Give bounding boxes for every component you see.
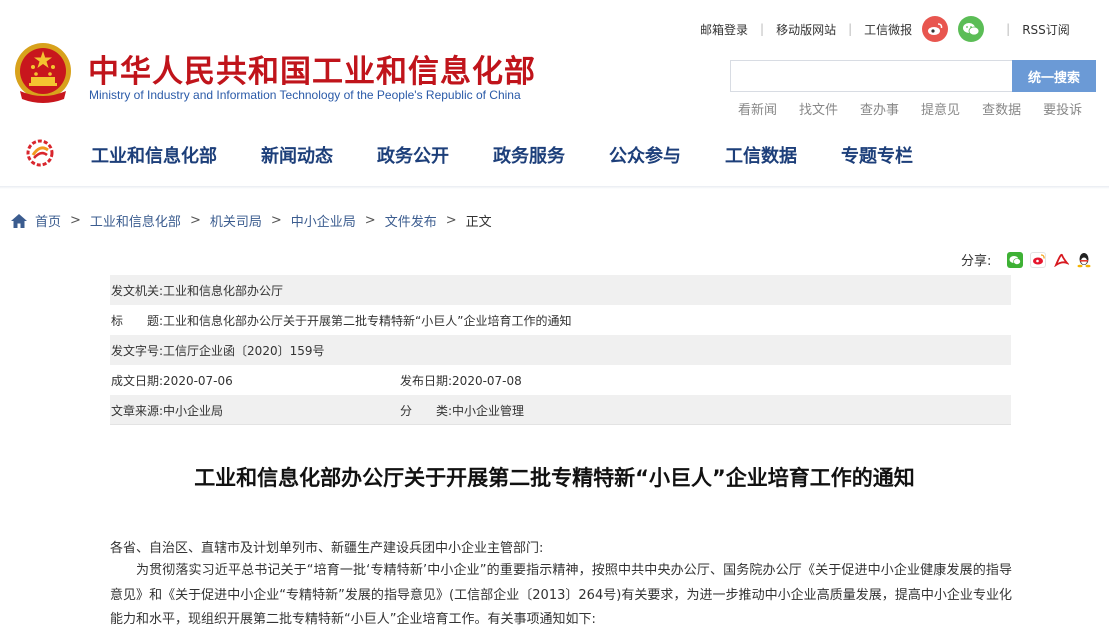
breadcrumb-home[interactable]: 首页 [35,211,61,230]
nav-items: 工业和信息化部 新闻动态 政务公开 政务服务 公众参与 工信数据 专题专栏 [91,142,957,168]
rss-link[interactable]: RSS订阅 [1022,21,1070,38]
meta-doc-number: 发文字号:工信厅企业函〔2020〕159号 [111,342,325,359]
share-wechat-icon[interactable] [1007,251,1024,268]
quicklink-services[interactable]: 查办事 [860,99,899,118]
meta-issuer-label: 发文机关: [111,283,164,298]
document-meta-table: 发文机关:工业和信息化部办公厅 标 题:工业和信息化部办公厅关于开展第二批专精特… [110,275,1011,425]
meta-row-title: 标 题:工业和信息化部办公厅关于开展第二批专精特新“小巨人”企业培育工作的通知 [110,305,1011,335]
breadcrumb-separator: > [70,213,81,228]
separator: | [760,22,765,36]
meta-created-value: 2020-07-06 [163,373,233,388]
meta-issuer-value: 工业和信息化部办公厅 [163,283,284,298]
nav-item-government-services[interactable]: 政务服务 [493,142,565,168]
meta-category-label: 分 类: [400,403,453,418]
share-pdf-icon[interactable] [1053,251,1070,268]
nav-item-data[interactable]: 工信数据 [725,142,797,168]
breadcrumb-separator: > [270,213,282,228]
share-label: 分享: [961,254,992,269]
breadcrumb-current: 正文 [465,215,492,230]
meta-title: 标 题:工业和信息化部办公厅关于开展第二批专精特新“小巨人”企业培育工作的通知 [111,312,571,329]
quick-links: 看新闻 找文件 查办事 提意见 查数据 要投诉 [738,99,1082,118]
quicklink-complaint[interactable]: 要投诉 [1043,99,1082,118]
article-salutation: 各省、自治区、直辖市及计划单列市、新疆生产建设兵团中小企业主管部门: [110,541,544,556]
breadcrumb-separator: > [445,213,457,228]
separator: | [1006,22,1011,36]
mobile-site-link[interactable]: 移动版网站 [776,21,836,38]
meta-row-source: 文章来源:中小企业局 分 类:中小企业管理 [110,395,1011,425]
meta-row-doc-number: 发文字号:工信厅企业函〔2020〕159号 [110,335,1011,365]
quicklink-news[interactable]: 看新闻 [738,99,777,118]
quicklink-feedback[interactable]: 提意见 [921,99,960,118]
main-nav: 工业和信息化部 新闻动态 政务公开 政务服务 公众参与 工信数据 专题专栏 [0,134,1109,174]
weibo-icon[interactable] [922,16,949,42]
site-title[interactable]: 中华人民共和国工业和信息化部 [88,46,536,91]
breadcrumb-departments[interactable]: 机关司局 [210,211,262,230]
meta-divider [110,424,1011,425]
site-subtitle: Ministry of Industry and Information Tec… [89,88,521,102]
meta-doc-number-label: 发文字号: [111,343,164,358]
meta-source: 文章来源:中小企业局 [111,402,400,419]
nav-item-public-participation[interactable]: 公众参与 [609,142,681,168]
meta-created-date: 成文日期:2020-07-06 [111,372,400,389]
meta-published-label: 发布日期: [400,373,453,388]
home-icon[interactable] [11,213,27,228]
search-input[interactable] [730,60,1013,92]
meta-source-value: 中小企业局 [163,403,224,418]
share-bar: 分享: [961,250,1099,269]
breadcrumb-documents[interactable]: 文件发布 [385,211,437,230]
unified-search-button[interactable]: 统一搜索 [1012,60,1096,92]
meta-title-label: 标 题: [111,313,164,328]
meta-row-issuer: 发文机关:工业和信息化部办公厅 [110,275,1011,305]
share-qq-icon[interactable] [1076,251,1093,268]
meta-published-value: 2020-07-08 [452,373,522,388]
meta-created-label: 成文日期: [111,373,164,388]
national-emblem-icon[interactable] [12,41,74,105]
meta-source-label: 文章来源: [111,403,164,418]
breadcrumb-separator: > [364,213,376,228]
breadcrumb-ministry[interactable]: 工业和信息化部 [90,211,181,230]
ministry-logo-icon[interactable] [25,138,55,168]
top-links: 邮箱登录 | 移动版网站 | 工信微报 | RSS订阅 [700,14,1070,44]
article-paragraph: 为贯彻落实习近平总书记关于“培育一批‘专精特新’中小企业”的重要指示精神，按照中… [110,563,1012,627]
share-weibo-icon[interactable] [1030,251,1047,268]
nav-item-special-topics[interactable]: 专题专栏 [841,142,913,168]
nav-item-government-affairs[interactable]: 政务公开 [377,142,449,168]
breadcrumb-separator: > [189,213,201,228]
meta-published-date: 发布日期:2020-07-08 [400,372,689,389]
site-header: 中华人民共和国工业和信息化部 Ministry of Industry and … [0,0,1109,188]
header-divider [0,186,1109,189]
nav-item-ministry[interactable]: 工业和信息化部 [91,142,217,168]
meta-title-value: 工业和信息化部办公厅关于开展第二批专精特新“小巨人”企业培育工作的通知 [163,313,572,328]
breadcrumb-sme-bureau[interactable]: 中小企业局 [291,211,356,230]
meta-category-value: 中小企业管理 [452,403,525,418]
quicklink-documents[interactable]: 找文件 [799,99,838,118]
nav-item-news[interactable]: 新闻动态 [261,142,333,168]
weibo-news-link[interactable]: 工信微报 [864,21,912,38]
quicklink-data[interactable]: 查数据 [982,99,1021,118]
mail-login-link[interactable]: 邮箱登录 [700,21,748,38]
wechat-icon[interactable] [958,16,985,42]
meta-issuer: 发文机关:工业和信息化部办公厅 [111,282,283,299]
separator: | [848,22,853,36]
meta-row-dates: 成文日期:2020-07-06 发布日期:2020-07-08 [110,365,1011,395]
meta-category: 分 类:中小企业管理 [400,402,689,419]
breadcrumb: 首页 > 工业和信息化部 > 机关司局 > 中小企业局 > 文件发布 > 正文 [11,211,492,230]
article-title: 工业和信息化部办公厅关于开展第二批专精特新“小巨人”企业培育工作的通知 [194,466,915,490]
meta-doc-number-value: 工信厅企业函〔2020〕159号 [163,343,325,358]
